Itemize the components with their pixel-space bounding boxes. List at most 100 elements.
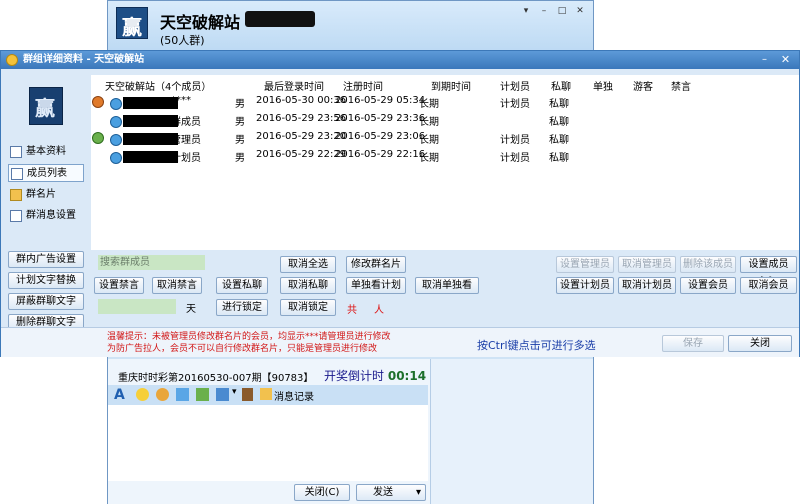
set-private-button[interactable]: 设置私聊 (216, 277, 268, 294)
unlock-button[interactable]: 取消锁定 (280, 299, 336, 316)
nav-group-card[interactable]: 群名片 (8, 186, 84, 204)
member-private: 私聊 (549, 117, 569, 128)
chat-close-button[interactable]: 关闭(C) (294, 484, 350, 501)
member-last-login: 2016-05-29 22:29 (256, 149, 347, 160)
block-chat-text-button[interactable]: 屏蔽群聊文字 (8, 293, 84, 310)
message-log-link[interactable]: 消息记录 (274, 388, 314, 403)
member-registered: 2016-05-29 23:36 (335, 113, 426, 124)
set-member-button[interactable]: 设置成员>> (740, 256, 797, 285)
chat-menu-icon[interactable]: ▾ (519, 5, 533, 17)
set-vip-button[interactable]: 设置会员 (680, 277, 736, 294)
dialog-close-icon[interactable]: ✕ (776, 53, 795, 67)
profile-icon (10, 146, 22, 158)
warning-line-2: 为防广告拉人，会员不可以自行修改群名片，只能是管理员进行修改 (107, 344, 378, 354)
qq-app-icon (6, 54, 18, 66)
solo-plan-button[interactable]: 单独看计划 (346, 277, 406, 294)
member-last-login: 2016-05-29 23:20 (256, 131, 347, 142)
cancel-solo-button[interactable]: 取消单独看 (415, 277, 479, 294)
cancel-mute-button[interactable]: 取消禁言 (152, 277, 202, 294)
message-log-icon (260, 388, 272, 400)
member-last-login: 2016-05-30 00:36 (256, 95, 347, 106)
multi-select-hint: 按Ctrl键点击可进行多选 (477, 339, 596, 352)
picture-icon[interactable] (196, 388, 209, 401)
member-expires: 长期 (419, 99, 439, 110)
member-search-input[interactable]: 搜索群成员 (98, 255, 205, 270)
cancel-private-button[interactable]: 取消私聊 (280, 277, 336, 294)
member-planner: 计划员 (500, 99, 530, 110)
col-header-solo[interactable]: 单独 (593, 78, 613, 93)
total-label: 共 (347, 305, 357, 316)
col-header-registered[interactable]: 注册时间 (343, 78, 383, 93)
message-editor[interactable] (108, 405, 428, 481)
col-header-planner[interactable]: 计划员 (500, 78, 530, 93)
set-planner-button[interactable]: 设置计划员 (556, 277, 614, 294)
table-row[interactable]: 管理员 男 2016-05-29 23:20 2016-05-29 23:06 … (91, 129, 799, 147)
emoji-icon[interactable] (136, 388, 149, 401)
file-icon[interactable] (242, 388, 253, 401)
chat-close-icon[interactable]: ✕ (573, 5, 587, 17)
qq-member-icon (110, 98, 122, 110)
member-name: **** (171, 95, 191, 106)
save-button[interactable]: 保存 (662, 335, 724, 352)
group-details-dialog: 群组详细资料 - 天空破解站 – ✕ 赢 基本资料 成员列表 群名片 群消息设置… (0, 50, 800, 357)
set-mute-button[interactable]: 设置禁言 (94, 277, 144, 294)
col-header-private[interactable]: 私聊 (551, 78, 571, 93)
cancel-admin-button[interactable]: 取消管理员 (618, 256, 676, 273)
delete-member-button[interactable]: 删除该成员 (680, 256, 736, 273)
member-registered: 2016-05-29 23:06 (335, 131, 426, 142)
edit-group-card-button[interactable]: 修改群名片 (346, 256, 406, 273)
cancel-planner-button[interactable]: 取消计划员 (618, 277, 676, 294)
nav-basic-info[interactable]: 基本资料 (8, 143, 84, 161)
member-private: 私聊 (549, 153, 569, 164)
redacted-name (123, 133, 178, 145)
qq-member-icon (110, 116, 122, 128)
member-gender: 男 (235, 99, 245, 110)
member-name: 群成员 (171, 117, 201, 128)
col-header-guest[interactable]: 游客 (633, 78, 653, 93)
group-logo: 赢 (116, 7, 148, 39)
days-input[interactable] (98, 299, 176, 314)
screenshot-icon[interactable] (216, 388, 229, 401)
member-gender: 男 (235, 117, 245, 128)
chat-side-pane (430, 359, 593, 504)
chat-group-title: 天空破解站 (160, 13, 241, 32)
cancel-select-all-button[interactable]: 取消全选 (280, 256, 336, 273)
cancel-vip-button[interactable]: 取消会员 (740, 277, 797, 294)
table-row[interactable]: 计划员 男 2016-05-29 22:29 2016-05-29 22:16 … (91, 147, 799, 165)
redacted-name (123, 97, 178, 109)
chat-maximize-icon[interactable]: □ (555, 5, 569, 17)
table-row[interactable]: 群成员 男 2016-05-29 23:56 2016-05-29 23:36 … (91, 111, 799, 129)
member-gender: 男 (235, 135, 245, 146)
countdown: 开奖倒计时 00:14 (324, 367, 426, 384)
dialog-minimize-icon[interactable]: – (756, 53, 773, 67)
send-button[interactable]: 发送 ▾ (356, 484, 426, 501)
member-registered: 2016-05-29 05:34 (335, 95, 426, 106)
nav-message-settings[interactable]: 群消息设置 (8, 207, 84, 225)
image-icon[interactable] (176, 388, 189, 401)
col-header-name[interactable]: 天空破解站（4个成员） (105, 78, 211, 93)
shake-icon[interactable] (156, 388, 169, 401)
close-button[interactable]: 关闭 (728, 335, 792, 352)
qq-member-icon (110, 134, 122, 146)
ad-settings-button[interactable]: 群内广告设置 (8, 251, 84, 268)
col-header-muted[interactable]: 禁言 (671, 78, 691, 93)
member-private: 私聊 (549, 99, 569, 110)
redacted-name (123, 151, 178, 163)
member-count: (50人群) (160, 34, 205, 47)
send-options-icon[interactable]: ▾ (416, 485, 421, 500)
screenshot-dropdown-icon[interactable]: ▾ (232, 387, 237, 397)
member-planner: 计划员 (500, 135, 530, 146)
lock-button[interactable]: 进行锁定 (216, 299, 268, 316)
col-header-expires[interactable]: 到期时间 (431, 78, 471, 93)
font-icon[interactable]: A (114, 387, 125, 403)
member-registered: 2016-05-29 22:16 (335, 149, 426, 160)
member-name: 管理员 (171, 135, 201, 146)
dialog-title: 群组详细资料 - 天空破解站 (1, 51, 799, 69)
table-row[interactable]: **** 男 2016-05-30 00:36 2016-05-29 05:34… (91, 93, 799, 111)
plan-text-replace-button[interactable]: 计划文字替换 (8, 272, 84, 289)
nav-member-list[interactable]: 成员列表 (8, 164, 84, 182)
col-header-last-login[interactable]: 最后登录时间 (264, 78, 324, 93)
dialog-footer: 温馨提示：未被管理员修改群名片的会员，均显示***请管理员进行修改 为防广告拉人… (1, 327, 799, 357)
set-admin-button[interactable]: 设置管理员 (556, 256, 614, 273)
chat-minimize-icon[interactable]: – (537, 5, 551, 17)
